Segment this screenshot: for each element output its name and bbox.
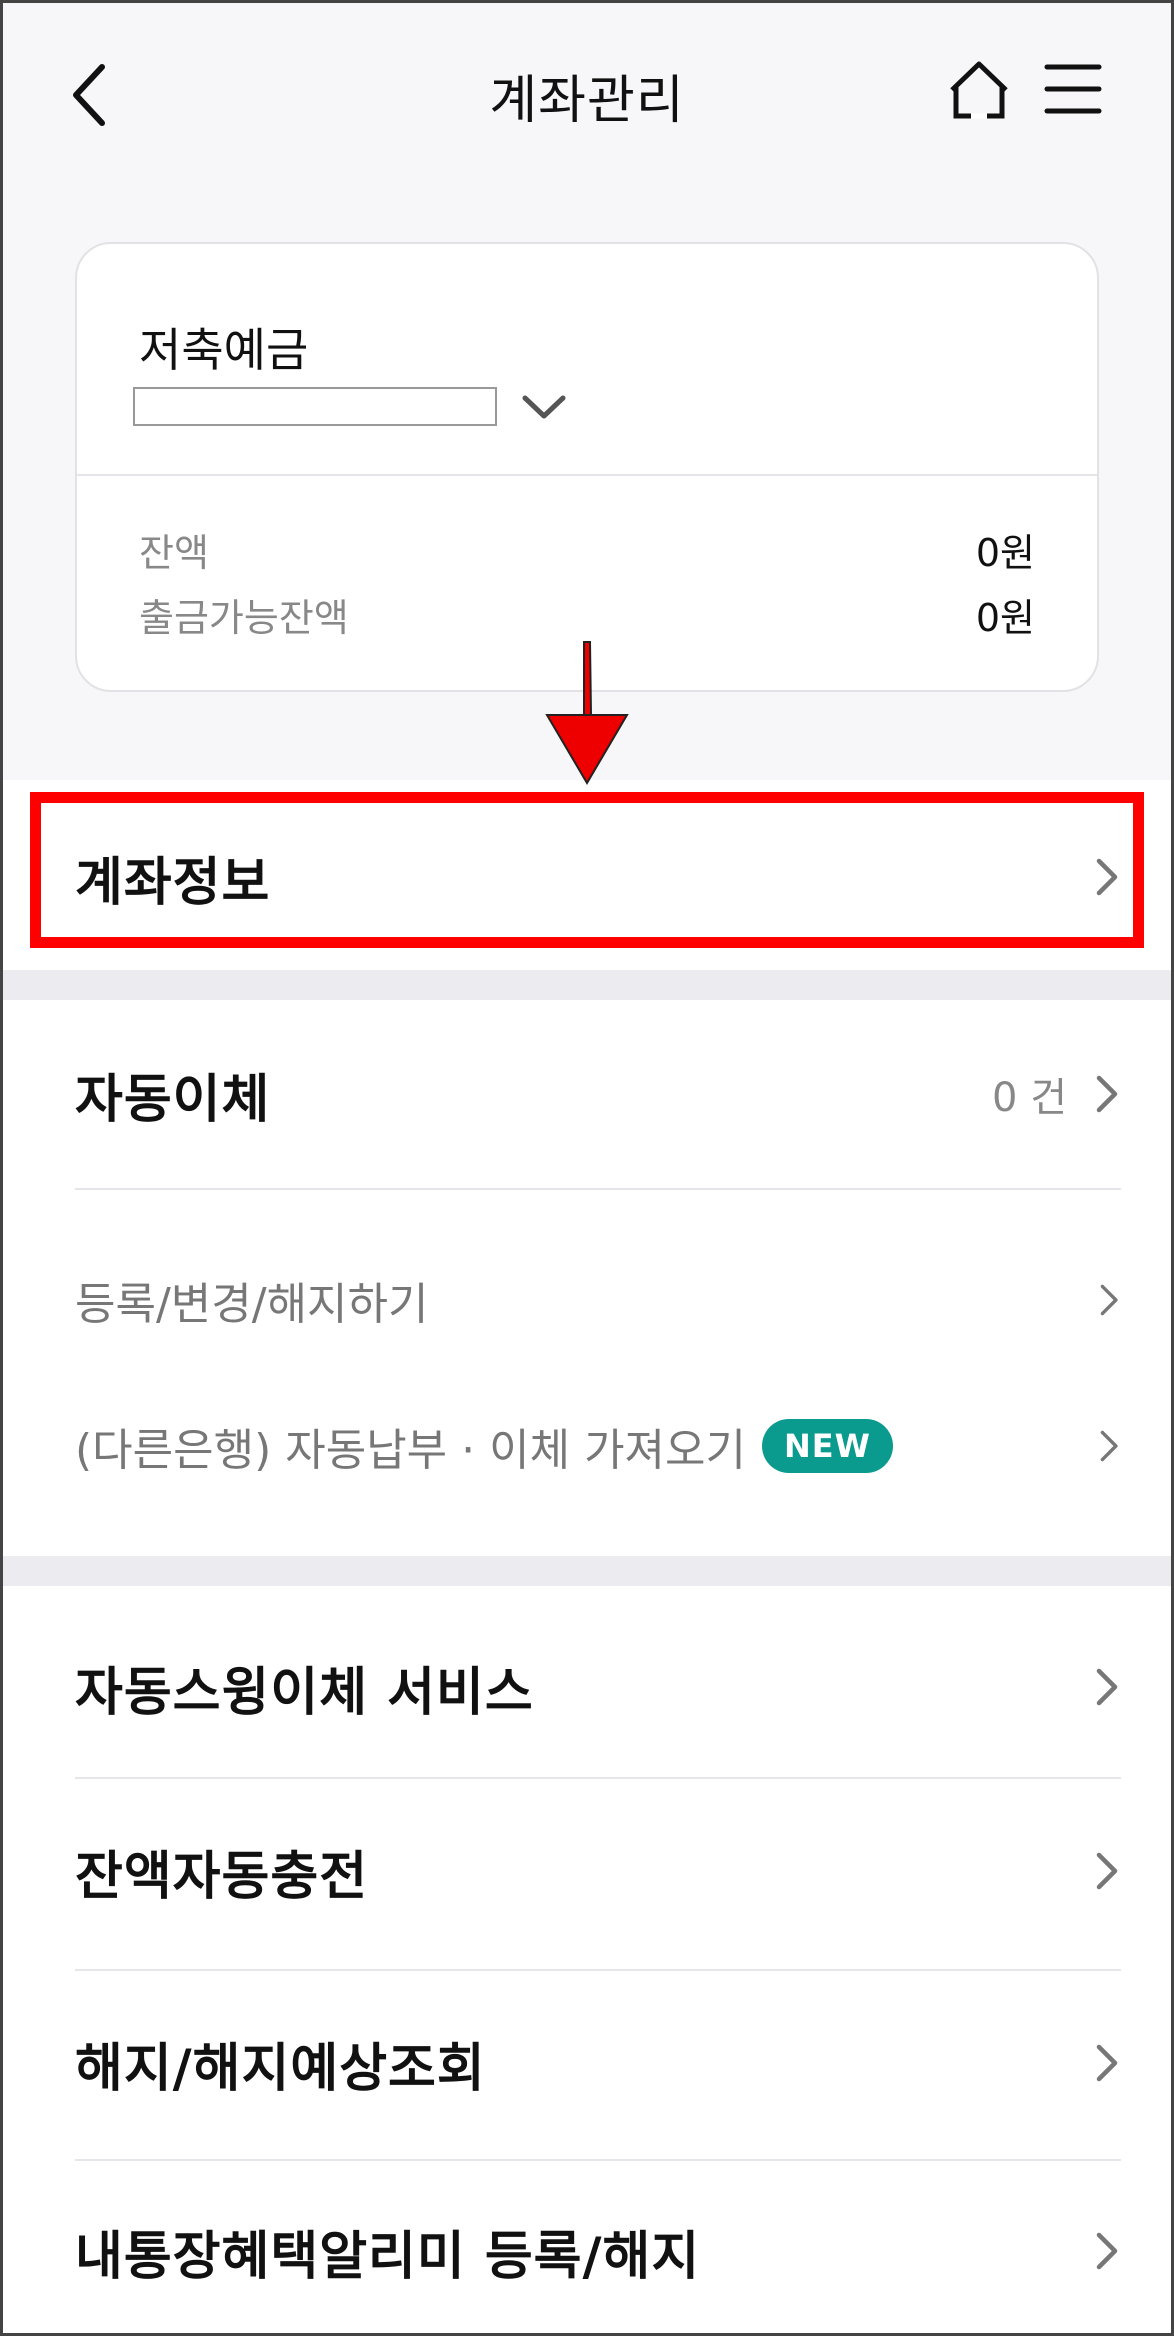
chevron-right-icon [1096, 1852, 1118, 1890]
chevron-right-icon [1096, 1668, 1118, 1706]
balance-label: 잔액 [139, 531, 209, 575]
balance-value: 0원 [975, 531, 1035, 575]
account-name: 저축예금 [139, 323, 309, 377]
header: 계좌관리 [0, 0, 1174, 190]
chevron-right-icon [1096, 2044, 1118, 2082]
divider [75, 1969, 1121, 1971]
account-number-field [133, 387, 497, 426]
import-other-bank-row[interactable]: (다른은행) 자동납부 · 이체 가져오기 NEW [75, 1408, 1121, 1484]
auto-charge-label: 잔액자동충전 [75, 1846, 369, 1907]
card-divider [77, 474, 1097, 476]
divider [75, 1777, 1121, 1779]
import-other-bank-label: (다른은행) 자동납부 · 이체 가져오기 [75, 1425, 746, 1476]
swing-transfer-row[interactable]: 자동스윙이체 서비스 [75, 1642, 1121, 1732]
auto-transfer-section: 자동이체 0 건 등록/변경/해지하기 (다른은행) 자동납부 · 이체 가져오… [3, 1000, 1171, 1556]
passbook-alert-row[interactable]: 내통장혜택알리미 등록/해지 [75, 2206, 1121, 2296]
available-balance-value: 0원 [975, 596, 1035, 640]
termination-row[interactable]: 해지/해지예상조회 [75, 2018, 1121, 2108]
home-button[interactable] [948, 60, 1010, 126]
chevron-right-icon [1100, 1284, 1118, 1316]
section-separator [3, 970, 1171, 1000]
register-change-label: 등록/변경/해지하기 [75, 1279, 429, 1330]
menu-button[interactable] [1044, 62, 1102, 120]
divider [75, 1188, 1121, 1190]
highlight-box [30, 792, 1144, 948]
passbook-alert-label: 내통장혜택알리미 등록/해지 [75, 2226, 701, 2287]
chevron-down-icon[interactable] [521, 390, 567, 426]
auto-transfer-label: 자동이체 [75, 1069, 271, 1130]
register-change-row[interactable]: 등록/변경/해지하기 [75, 1262, 1121, 1338]
swing-transfer-label: 자동스윙이체 서비스 [75, 1662, 534, 1723]
termination-label: 해지/해지예상조회 [75, 2038, 486, 2099]
chevron-right-icon [1096, 1075, 1118, 1113]
auto-transfer-count: 0 건 [992, 1075, 1067, 1121]
auto-charge-row[interactable]: 잔액자동충전 [75, 1826, 1121, 1916]
chevron-right-icon [1100, 1430, 1118, 1462]
auto-transfer-row[interactable]: 자동이체 0 건 [75, 1054, 1121, 1134]
available-balance-label: 출금가능잔액 [139, 596, 349, 640]
hamburger-menu-icon [1044, 64, 1102, 114]
divider [75, 2159, 1121, 2161]
account-card: 저축예금 잔액 0원 출금가능잔액 0원 [75, 242, 1099, 692]
services-section: 자동스윙이체 서비스 잔액자동충전 해지/해지예상조회 내통장혜택알리미 등록/… [3, 1586, 1171, 2333]
arrow-down-icon [545, 641, 629, 785]
chevron-right-icon [1096, 2232, 1118, 2270]
home-icon [950, 61, 1008, 119]
section-separator [3, 1556, 1171, 1586]
new-badge: NEW [761, 1419, 893, 1473]
